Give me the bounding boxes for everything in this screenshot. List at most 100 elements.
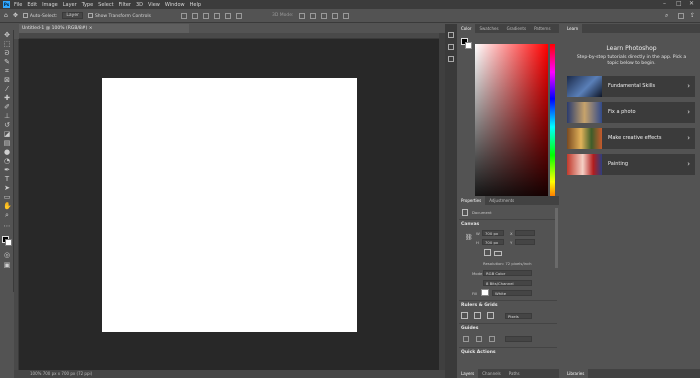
- menu-image[interactable]: Image: [42, 2, 58, 8]
- align-middle-icon[interactable]: [224, 12, 231, 19]
- roll-3d-icon[interactable]: [309, 12, 316, 19]
- align-top-icon[interactable]: [213, 12, 220, 19]
- fill-dropdown[interactable]: White: [492, 290, 532, 296]
- menu-layer[interactable]: Layer: [63, 2, 77, 8]
- height-field[interactable]: 700 px: [482, 239, 504, 245]
- document-canvas[interactable]: [102, 78, 357, 332]
- marquee-tool-icon[interactable]: ⬚: [3, 41, 11, 48]
- minimize-button[interactable]: –: [663, 0, 666, 7]
- home-icon[interactable]: ⌂: [4, 12, 8, 19]
- menu-type[interactable]: Type: [82, 2, 93, 8]
- guide-color-dropdown[interactable]: [505, 336, 532, 342]
- path-select-tool-icon[interactable]: ➤: [3, 185, 11, 192]
- color-panel-background-swatch[interactable]: [465, 42, 472, 49]
- slide-3d-icon[interactable]: [331, 12, 338, 19]
- crop-tool-icon[interactable]: ⌗: [3, 68, 11, 75]
- tab-layers[interactable]: Layers: [457, 369, 479, 378]
- screen-mode-icon[interactable]: ▣: [3, 262, 11, 269]
- new-guide-icon[interactable]: [489, 336, 495, 342]
- bit-depth-dropdown[interactable]: 8 Bits/Channel: [483, 280, 532, 286]
- hand-tool-icon[interactable]: ✋: [3, 203, 12, 210]
- quick-actions-section-header[interactable]: Quick Actions: [461, 350, 496, 355]
- target-dropdown[interactable]: Layer: [62, 12, 83, 19]
- frame-tool-icon[interactable]: ⊠: [3, 77, 11, 84]
- mode-dropdown[interactable]: RGB Color: [483, 270, 532, 276]
- tab-learn[interactable]: Learn: [563, 24, 583, 33]
- move-tool-icon[interactable]: ✥: [3, 32, 11, 39]
- tab-libraries[interactable]: Libraries: [563, 369, 589, 378]
- menu-file[interactable]: File: [14, 2, 22, 8]
- lock-guides-icon[interactable]: [476, 336, 482, 342]
- hue-slider[interactable]: [550, 44, 555, 210]
- tab-swatches[interactable]: Swatches: [475, 24, 502, 33]
- pan-3d-icon[interactable]: [320, 12, 327, 19]
- scale-3d-icon[interactable]: [342, 12, 349, 19]
- clone-stamp-tool-icon[interactable]: ⊥: [3, 113, 11, 120]
- photoshop-logo-icon[interactable]: Ps: [3, 1, 10, 8]
- align-bottom-icon[interactable]: [235, 12, 242, 19]
- menu-edit[interactable]: Edit: [27, 2, 37, 8]
- fill-color-swatch[interactable]: [481, 289, 489, 296]
- guides-section-header[interactable]: Guides: [461, 326, 478, 331]
- width-field[interactable]: 700 px: [482, 230, 504, 236]
- x-field[interactable]: [515, 230, 535, 236]
- share-icon[interactable]: ⇪: [690, 12, 695, 19]
- learn-card-painting[interactable]: Painting ›: [567, 154, 695, 175]
- tab-properties[interactable]: Properties: [457, 196, 486, 205]
- history-panel-icon[interactable]: [448, 32, 454, 38]
- menu-3d[interactable]: 3D: [136, 2, 143, 8]
- move-tool-icon[interactable]: ✥: [13, 12, 18, 19]
- guides-visibility-icon[interactable]: [463, 336, 469, 342]
- grid-toggle-icon[interactable]: [474, 312, 481, 319]
- gradient-tool-icon[interactable]: ▤: [3, 140, 11, 147]
- orbit-3d-icon[interactable]: [298, 12, 305, 19]
- rectangle-tool-icon[interactable]: ▭: [3, 194, 11, 201]
- maximize-button[interactable]: □: [676, 0, 682, 7]
- more-tools-icon[interactable]: ⋯: [3, 223, 11, 230]
- lasso-tool-icon[interactable]: ᘐ: [3, 50, 11, 57]
- units-dropdown[interactable]: Pixels: [505, 313, 532, 319]
- link-icon[interactable]: ⛓: [465, 234, 473, 241]
- portrait-orientation-icon[interactable]: [484, 249, 491, 256]
- background-color-swatch[interactable]: [5, 239, 12, 246]
- transform-controls-checkbox[interactable]: Show Transform Controls: [87, 12, 151, 19]
- tab-adjustments[interactable]: Adjustments: [485, 196, 518, 205]
- blur-tool-icon[interactable]: ●: [3, 149, 11, 156]
- brush-tool-icon[interactable]: ✐: [3, 104, 11, 111]
- ruler-toggle-icon[interactable]: [461, 312, 468, 319]
- tab-paths[interactable]: Paths: [505, 369, 524, 378]
- learn-card-fundamental-skills[interactable]: Fundamental Skills ›: [567, 76, 695, 97]
- paragraph-panel-icon[interactable]: [448, 56, 454, 62]
- tab-color[interactable]: Color: [457, 24, 476, 33]
- learn-card-creative-effects[interactable]: Make creative effects ›: [567, 128, 695, 149]
- menu-view[interactable]: View: [148, 2, 160, 8]
- menu-select[interactable]: Select: [98, 2, 113, 8]
- tab-patterns[interactable]: Patterns: [530, 24, 554, 33]
- pixel-grid-toggle-icon[interactable]: [487, 312, 494, 319]
- brush-settings-icon[interactable]: [448, 44, 454, 50]
- eraser-tool-icon[interactable]: ◪: [3, 131, 11, 138]
- color-picker-field[interactable]: [475, 44, 548, 210]
- tab-gradients[interactable]: Gradients: [503, 24, 531, 33]
- quick-select-tool-icon[interactable]: ✎: [3, 59, 11, 66]
- menu-filter[interactable]: Filter: [119, 2, 131, 8]
- learn-card-fix-a-photo[interactable]: Fix a photo ›: [567, 102, 695, 123]
- landscape-orientation-icon[interactable]: [494, 251, 502, 256]
- workspace-icon[interactable]: [678, 12, 684, 19]
- menu-window[interactable]: Window: [165, 2, 185, 8]
- properties-scrollbar[interactable]: [555, 208, 558, 268]
- document-tab[interactable]: Untitled-1 @ 100% (RGB/8#) ×: [19, 24, 189, 33]
- healing-brush-tool-icon[interactable]: ✚: [3, 95, 11, 102]
- dodge-tool-icon[interactable]: ◔: [3, 158, 11, 165]
- align-right-icon[interactable]: [202, 12, 209, 19]
- quick-mask-icon[interactable]: ◎: [3, 252, 11, 259]
- align-center-icon[interactable]: [191, 12, 198, 19]
- canvas-section-header[interactable]: Canvas: [461, 222, 479, 227]
- y-field[interactable]: [515, 239, 535, 245]
- align-left-icon[interactable]: [180, 12, 187, 19]
- eyedropper-tool-icon[interactable]: ⁄: [3, 86, 11, 93]
- rulers-grids-section-header[interactable]: Rulers & Grids: [461, 303, 498, 308]
- search-icon[interactable]: ⌕: [665, 12, 668, 20]
- close-window-button[interactable]: ✕: [689, 0, 694, 7]
- zoom-tool-icon[interactable]: ⌕: [3, 212, 11, 219]
